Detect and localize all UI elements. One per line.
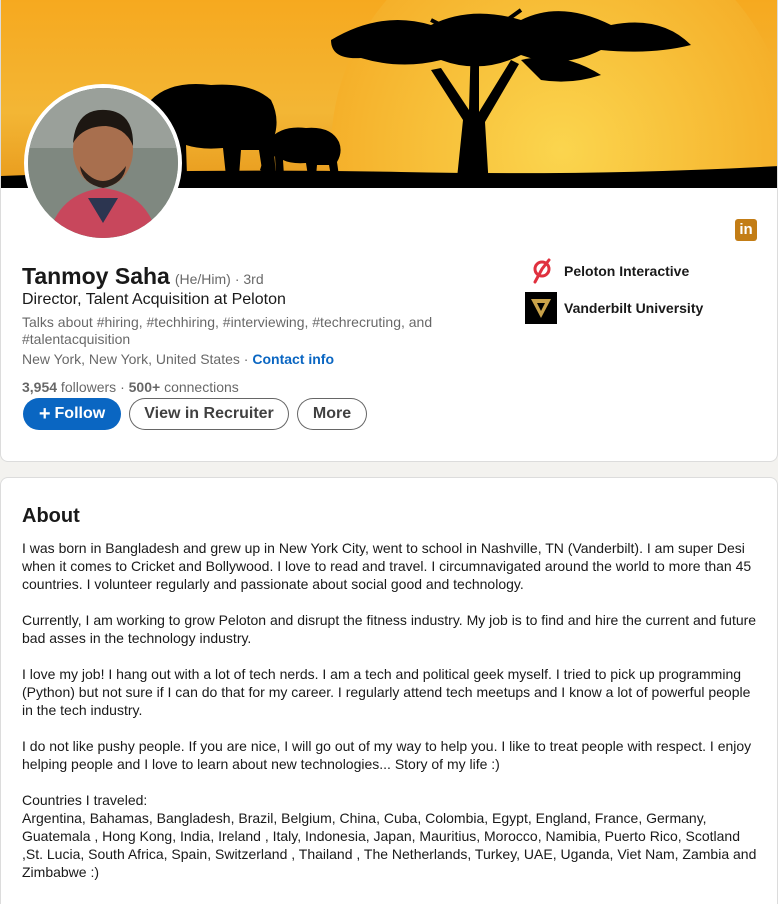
about-text: I was born in Bangladesh and grew up in … [22,539,760,881]
contact-info-link[interactable]: Contact info [252,351,334,367]
about-paragraph: I was born in Bangladesh and grew up in … [22,540,752,592]
more-button[interactable]: More [297,398,367,430]
profile-avatar[interactable] [24,84,182,242]
profile-photo [28,88,178,238]
connections-link[interactable]: 500+ connections [129,379,239,395]
about-paragraph: I love my job! I hang out with a lot of … [22,666,751,718]
profile-name-row: Tanmoy Saha (He/Him) · 3rd [22,263,264,290]
org-peloton[interactable]: Peloton Interactive [525,255,689,287]
pronouns: (He/Him) [174,271,231,287]
about-section: About I was born in Bangladesh and grew … [0,477,778,904]
connections-count: 500+ [128,379,161,395]
plus-icon: + [38,403,51,425]
follow-button[interactable]: + Follow [23,398,121,430]
org-name: Peloton Interactive [564,263,690,279]
about-title: About [22,505,80,527]
followers-count: 3,954 [22,379,58,395]
followers-link[interactable]: 3,954 followers [22,379,116,395]
location-row: New York, New York, United States · Cont… [22,351,334,367]
followers-label: followers [57,379,117,395]
follow-label: Follow [54,405,106,422]
profile-top-card: in Tanmoy Saha (He/Him) · 3rd Director, … [0,0,778,462]
location-separator: · [239,351,253,367]
connections-label: connections [160,379,239,395]
about-paragraph: I do not like pushy people. If you are n… [22,738,752,772]
profile-name: Tanmoy Saha [22,263,170,289]
org-vanderbilt[interactable]: Vanderbilt University [525,292,703,324]
connection-degree: · 3rd [234,271,264,287]
countries-list: Argentina, Bahamas, Bangladesh, Brazil, … [22,810,757,880]
vanderbilt-logo-icon [525,292,557,324]
linkedin-icon[interactable]: in [735,219,757,241]
view-in-recruiter-button[interactable]: View in Recruiter [129,398,289,430]
peloton-logo-icon [525,255,557,287]
profile-headline: Director, Talent Acquisition at Peloton [22,291,286,308]
about-paragraph: Currently, I am working to grow Peloton … [22,612,757,646]
location-text: New York, New York, United States [22,351,240,367]
org-name: Vanderbilt University [564,300,704,316]
network-row: 3,954 followers · 500+ connections [22,379,239,395]
network-separator: · [116,379,129,395]
countries-heading: Countries I traveled: [22,792,148,808]
talks-about: Talks about #hiring, #techhiring, #inter… [22,314,433,347]
